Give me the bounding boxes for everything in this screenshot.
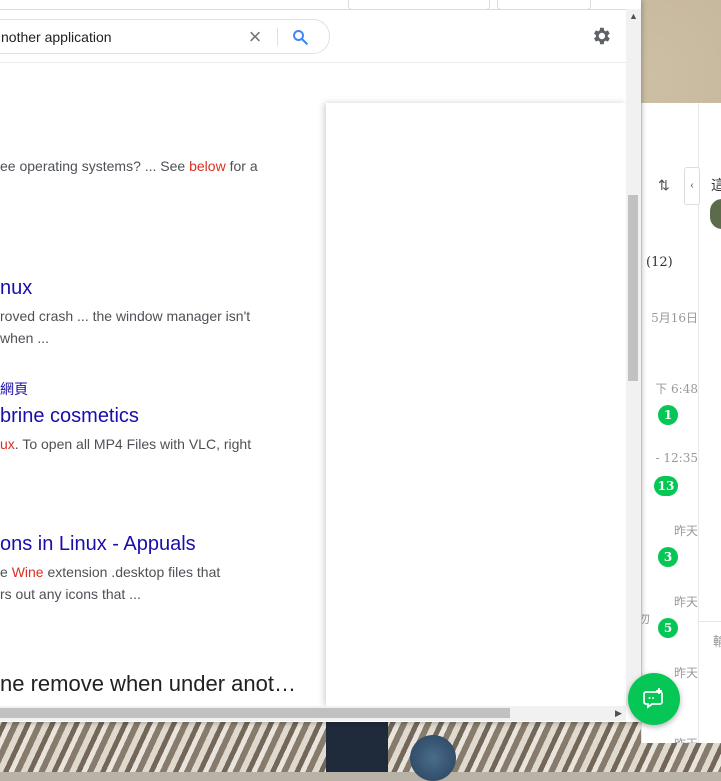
breadcrumb[interactable]: 網頁 [0, 379, 28, 399]
result-snippet: roved crash ... the window manager isn't [0, 308, 251, 324]
browser-window: × ee operating systems? ... See below fo… [0, 0, 641, 722]
chat-time-6: 昨天 [673, 666, 698, 680]
new-chat-button[interactable] [628, 673, 680, 725]
result-snippet: ee operating systems? ... See below for … [0, 158, 258, 174]
chat-side-text: 勿 [642, 610, 650, 627]
unread-badge-4: 3 [658, 547, 678, 567]
horizontal-scrollbar[interactable]: ▶ [0, 706, 626, 721]
gear-icon[interactable] [590, 25, 612, 47]
scrollbar-thumb[interactable] [628, 195, 638, 381]
group-count: (12) [646, 255, 673, 270]
result-snippet: e Wine extension .desktop files that [0, 564, 221, 580]
chat-time-4: 昨天 [673, 524, 698, 538]
chat-app-window: t ⇅ (12) 5月16日 下 6:48 1 - 12:35 13 昨天 3 … [641, 103, 721, 743]
unread-badge-2: 1 [658, 405, 678, 425]
search-input[interactable] [1, 20, 226, 53]
contact-avatar[interactable] [710, 199, 721, 229]
search-header: × [0, 0, 626, 63]
result-snippet: rs out any icons that ... [0, 586, 141, 602]
header-button-1[interactable] [348, 0, 490, 10]
unread-badge-3: 13 [654, 476, 678, 496]
search-icon[interactable] [291, 28, 309, 46]
input-divider [699, 621, 721, 622]
result-title[interactable]: ons in Linux - Appuals [0, 533, 196, 556]
top-strip [0, 0, 626, 10]
chat-plus-icon [643, 688, 663, 709]
scroll-right-arrow[interactable]: ▶ [611, 706, 626, 721]
avatar[interactable] [410, 735, 456, 781]
result-title[interactable]: nux [0, 277, 32, 300]
result-title[interactable]: brine cosmetics [0, 405, 139, 428]
input-hint: 輸 [713, 631, 721, 650]
blank-overlay-panel [326, 103, 626, 706]
result-snippet: ux. To open all MP4 Files with VLC, righ… [0, 436, 252, 452]
chat-time-5: 昨天 [673, 595, 698, 609]
scroll-up-arrow[interactable]: ▲ [626, 9, 641, 24]
chat-time-3: - 12:35 [655, 451, 698, 465]
scrollbar-thumb[interactable] [0, 708, 510, 718]
dark-panel [326, 722, 388, 772]
question-title[interactable]: ne remove when under anot… [0, 671, 296, 697]
vertical-scrollbar[interactable]: ▲ ▼ [626, 9, 641, 706]
close-icon[interactable]: × [245, 26, 265, 48]
chat-time-7: 昨天 [674, 735, 698, 743]
collapse-button[interactable]: ‹ [684, 167, 700, 205]
right-header-char: 這 [711, 175, 721, 195]
highlight[interactable]: below [189, 158, 226, 174]
search-box: × [0, 19, 330, 54]
chat-time-1: 5月16日 [651, 311, 698, 325]
result-snippet: when ... [0, 330, 50, 346]
sort-icon[interactable]: ⇅ [658, 177, 670, 194]
header-button-2[interactable] [497, 0, 591, 10]
unread-badge-5: 5 [658, 618, 678, 638]
divider [277, 28, 278, 46]
chat-time-2: 下 6:48 [655, 382, 698, 396]
